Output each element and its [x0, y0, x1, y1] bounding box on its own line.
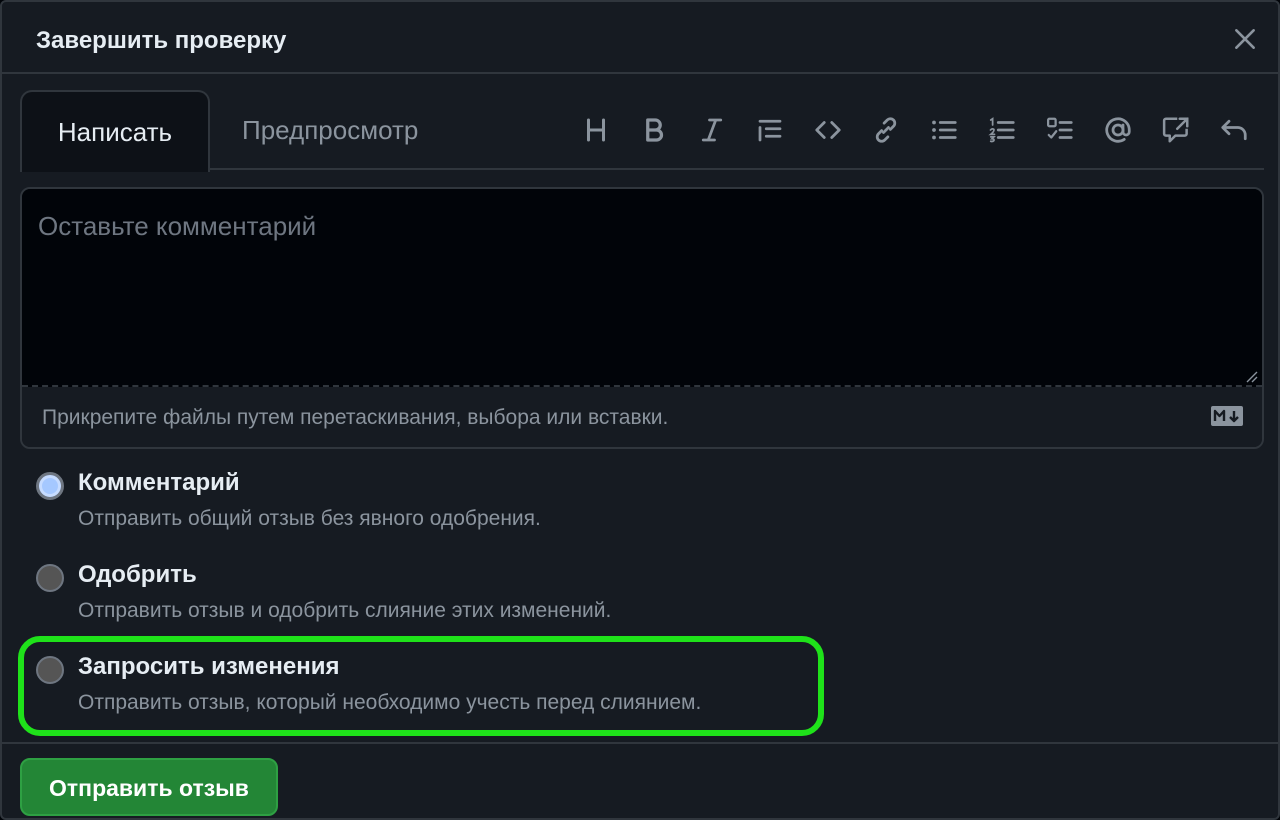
bold-button[interactable] — [634, 110, 674, 150]
option-approve[interactable]: Одобрить Отправить отзыв и одобрить слия… — [36, 561, 816, 644]
dialog-header: Завершить проверку — [2, 2, 1278, 74]
close-icon — [1235, 29, 1255, 49]
review-dialog: Завершить проверку Написать Предпросмотр — [0, 0, 1280, 820]
option-description: Отправить отзыв, который необходимо учес… — [78, 691, 702, 714]
quote-icon — [758, 119, 782, 142]
attach-area[interactable]: Прикрепите файлы путем перетаскивания, в… — [22, 387, 1262, 447]
option-title: Комментарий — [78, 469, 240, 496]
option-description: Отправить общий отзыв без явного одобрен… — [78, 507, 541, 530]
comment-textarea[interactable] — [22, 189, 1262, 387]
task-list-icon — [1047, 117, 1073, 139]
heading-button[interactable] — [576, 110, 616, 150]
markdown-icon[interactable] — [1210, 405, 1244, 427]
quote-button[interactable] — [750, 110, 790, 150]
bullet-list-button[interactable] — [924, 110, 964, 150]
reference-icon — [1162, 117, 1189, 143]
footer-divider — [2, 742, 1278, 744]
markdown-toolbar — [558, 110, 1254, 150]
task-list-button[interactable] — [1040, 110, 1080, 150]
option-comment[interactable]: Комментарий Отправить общий отзыв без яв… — [36, 469, 816, 552]
tab-preview[interactable]: Предпросмотр — [242, 90, 418, 170]
request-changes-radio[interactable] — [36, 656, 64, 684]
dialog-title: Завершить проверку — [36, 27, 287, 54]
tab-write[interactable]: Написать — [20, 90, 210, 172]
option-description: Отправить отзыв и одобрить слияние этих … — [78, 599, 612, 622]
submit-review-button[interactable]: Отправить отзыв — [20, 758, 278, 816]
approve-radio[interactable] — [36, 564, 64, 592]
mention-icon — [1105, 117, 1131, 143]
link-button[interactable] — [866, 110, 906, 150]
comment-editor: Прикрепите файлы путем перетаскивания, в… — [20, 187, 1264, 449]
numbered-list-icon — [988, 117, 1015, 143]
italic-icon — [701, 118, 723, 142]
close-button[interactable] — [1232, 26, 1258, 52]
attach-hint: Прикрепите файлы путем перетаскивания, в… — [42, 406, 669, 429]
numbered-list-button[interactable] — [982, 110, 1022, 150]
reference-button[interactable] — [1156, 110, 1196, 150]
code-icon — [815, 121, 841, 139]
undo-button[interactable] — [1214, 110, 1254, 150]
option-request-changes[interactable]: Запросить изменения Отправить отзыв, кот… — [36, 653, 816, 736]
link-icon — [875, 117, 897, 143]
italic-button[interactable] — [692, 110, 732, 150]
option-title: Запросить изменения — [78, 653, 340, 680]
bullet-list-icon — [932, 120, 957, 140]
option-title: Одобрить — [78, 561, 197, 588]
comment-radio[interactable] — [36, 472, 64, 500]
heading-icon — [587, 118, 605, 142]
mention-button[interactable] — [1098, 110, 1138, 150]
bold-icon — [646, 118, 664, 142]
resize-handle-icon[interactable] — [1244, 369, 1258, 383]
editor-tabbar: Написать Предпросмотр — [20, 90, 1264, 172]
undo-icon — [1221, 119, 1247, 141]
code-button[interactable] — [808, 110, 848, 150]
